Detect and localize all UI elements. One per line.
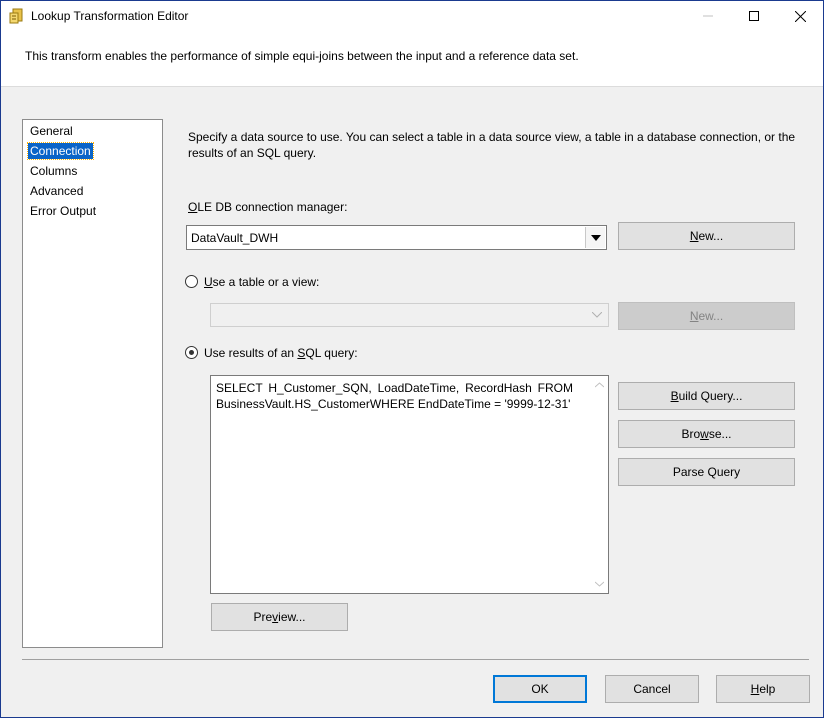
- sql-query-textarea[interactable]: SELECT H_Customer_SQN, LoadDateTime, Rec…: [210, 375, 609, 594]
- use-table-label[interactable]: Use a table or a view:: [204, 275, 319, 289]
- description-panel: This transform enables the performance o…: [1, 31, 823, 87]
- maximize-button[interactable]: [731, 1, 777, 31]
- parse-query-label: Parse Query: [672, 465, 741, 479]
- new-table-button-label: ew...: [698, 309, 724, 323]
- nav-item-general[interactable]: General: [28, 123, 75, 139]
- cancel-button[interactable]: Cancel: [605, 675, 699, 703]
- ole-db-connection-select[interactable]: DataVault_DWH: [186, 225, 607, 250]
- build-query-accesskey: B: [670, 389, 679, 403]
- parse-query-button[interactable]: Parse Query: [618, 458, 795, 486]
- preview-label-pre: Pre: [253, 610, 273, 624]
- help-label-rest: elp: [759, 682, 776, 696]
- instructions-line-2: results of an SQL query.: [188, 146, 317, 160]
- close-icon: [794, 10, 806, 22]
- help-button[interactable]: Help: [716, 675, 810, 703]
- browse-label-pre: Bro: [681, 427, 701, 441]
- browse-button[interactable]: Bro w se...: [618, 420, 795, 448]
- browse-label-rest: se...: [708, 427, 732, 441]
- use-sql-query-radio[interactable]: [185, 346, 198, 359]
- use-sql-text-rest: QL query:: [305, 346, 358, 360]
- nav-item-columns[interactable]: Columns: [28, 163, 79, 179]
- build-query-button[interactable]: Build Query...: [618, 382, 795, 410]
- build-query-label: uild Query...: [678, 389, 743, 403]
- use-table-text: se a table or a view:: [212, 275, 320, 289]
- instructions-line-1: Specify a data source to use. You can se…: [188, 130, 796, 144]
- ole-db-connection-label: OLE DB connection manager:: [188, 200, 347, 214]
- nav-item-advanced[interactable]: Advanced: [28, 183, 85, 199]
- vertical-scrollbar[interactable]: [591, 376, 608, 593]
- dropdown-arrow-button[interactable]: [585, 227, 605, 248]
- table-dropdown-arrow[interactable]: [587, 305, 607, 325]
- maximize-icon: [749, 11, 759, 21]
- help-accesskey: H: [750, 682, 760, 696]
- preview-button[interactable]: Pre v iew...: [211, 603, 348, 631]
- ole-db-label-text: LE DB connection manager:: [197, 200, 348, 214]
- new-connection-button[interactable]: New...: [618, 222, 795, 250]
- new-table-button-accesskey: N: [689, 309, 699, 323]
- browse-accesskey: w: [700, 427, 709, 441]
- new-button-accesskey: N: [689, 229, 699, 243]
- nav-item-connection[interactable]: Connection: [27, 142, 94, 160]
- ok-label: OK: [531, 682, 549, 696]
- close-button[interactable]: [777, 1, 823, 31]
- preview-label-rest: iew...: [278, 610, 306, 624]
- minimize-button[interactable]: [685, 1, 731, 31]
- ole-db-connection-value: DataVault_DWH: [191, 231, 279, 245]
- nav-item-error-output[interactable]: Error Output: [28, 203, 98, 219]
- use-table-accesskey: U: [204, 275, 213, 289]
- lookup-transform-icon: [9, 8, 25, 24]
- radio-selected-dot: [189, 350, 194, 355]
- use-sql-text-pre: Use results of an: [204, 346, 298, 360]
- ok-button[interactable]: OK: [493, 675, 587, 703]
- page-list: General Connection Columns Advanced Erro…: [22, 119, 163, 648]
- table-select[interactable]: [210, 303, 609, 327]
- use-table-radio[interactable]: [185, 275, 198, 288]
- minimize-icon: [703, 15, 713, 17]
- scroll-up-icon[interactable]: [595, 382, 604, 388]
- new-table-button[interactable]: New...: [618, 302, 795, 330]
- new-button-label: ew...: [698, 229, 724, 243]
- chevron-down-icon: [592, 312, 602, 318]
- window-title: Lookup Transformation Editor: [31, 9, 189, 23]
- use-sql-query-label[interactable]: Use results of an SQL query:: [204, 346, 358, 360]
- lookup-transformation-editor-window: Lookup Transformation Editor This transf…: [0, 0, 824, 718]
- scroll-down-icon[interactable]: [595, 581, 604, 587]
- cancel-label: Cancel: [633, 682, 671, 696]
- chevron-down-icon: [590, 234, 601, 241]
- sql-query-text: SELECT H_Customer_SQN, LoadDateTime, Rec…: [216, 381, 573, 411]
- description-text: This transform enables the performance o…: [25, 49, 579, 63]
- ole-db-label-accesskey: O: [188, 200, 198, 214]
- footer-separator: [22, 659, 809, 660]
- title-bar[interactable]: Lookup Transformation Editor: [1, 1, 823, 31]
